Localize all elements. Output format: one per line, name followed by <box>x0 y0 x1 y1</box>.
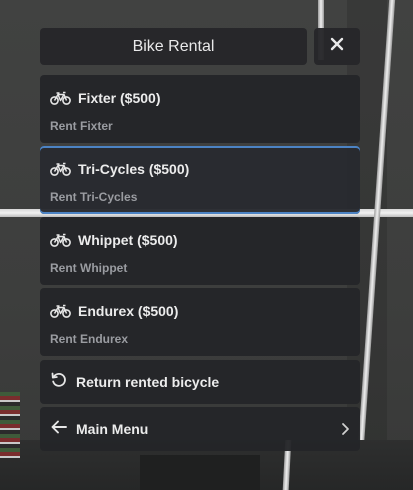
rotate-left-icon <box>50 371 68 394</box>
main-menu-label: Main Menu <box>76 421 149 437</box>
menu-title: Bike Rental <box>40 28 307 65</box>
dark-counter <box>140 455 260 490</box>
rental-option-description: Rent Fixter <box>50 119 113 133</box>
rental-option-whippet[interactable]: Whippet ($500) Rent Whippet <box>40 217 360 285</box>
bicycle-icon <box>50 233 71 247</box>
menu-header: Bike Rental <box>40 28 360 65</box>
arrow-left-icon <box>50 419 68 440</box>
bicycle-icon <box>50 304 71 318</box>
bicycle-icon <box>50 91 71 105</box>
rental-option-label: Fixter ($500) <box>78 90 161 106</box>
rental-option-label: Endurex ($500) <box>78 303 179 319</box>
close-icon <box>330 37 344 56</box>
rental-option-endurex[interactable]: Endurex ($500) Rent Endurex <box>40 288 360 356</box>
return-bicycle-button[interactable]: Return rented bicycle <box>40 360 360 404</box>
chevron-right-icon <box>340 422 350 436</box>
rental-option-tri-cycles[interactable]: Tri-Cycles ($500) Rent Tri-Cycles <box>40 146 360 214</box>
rental-option-description: Rent Endurex <box>50 332 129 346</box>
return-bicycle-label: Return rented bicycle <box>76 374 220 390</box>
bicycle-icon <box>50 162 71 176</box>
rental-option-label: Tri-Cycles ($500) <box>78 161 190 177</box>
rental-option-description: Rent Whippet <box>50 261 128 275</box>
rental-option-fixter[interactable]: Fixter ($500) Rent Fixter <box>40 75 360 143</box>
main-menu-button[interactable]: Main Menu <box>40 407 360 451</box>
rental-option-description: Rent Tri-Cycles <box>50 190 138 204</box>
shelf-with-items <box>0 392 20 462</box>
bike-rental-menu: Bike Rental Fixter ($500) Rent Fixter Tr… <box>40 28 360 454</box>
rental-option-label: Whippet ($500) <box>78 232 178 248</box>
close-button[interactable] <box>314 28 360 65</box>
